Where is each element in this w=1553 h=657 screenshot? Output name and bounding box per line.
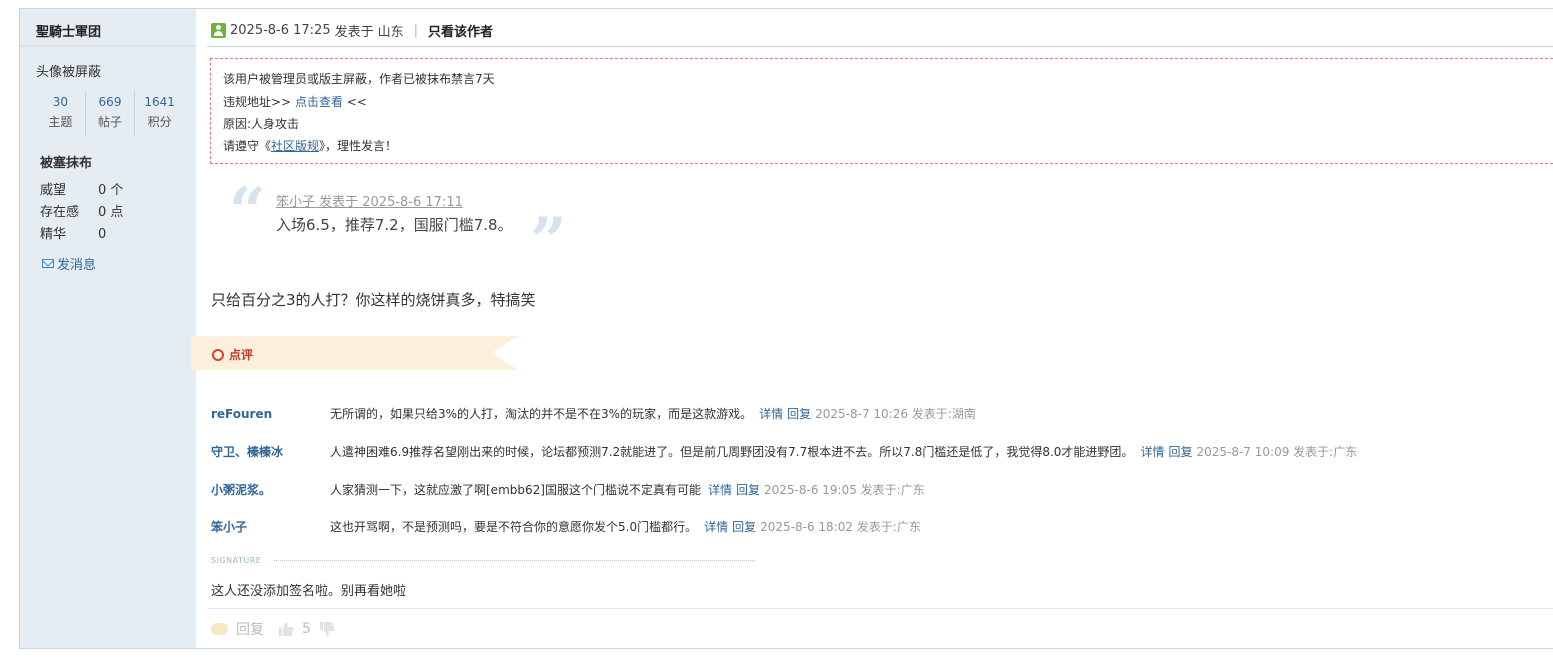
thumbs-up-icon[interactable] (278, 621, 294, 637)
stat-threads-count: 30 (52, 95, 68, 109)
open-quote-icon: “ (229, 174, 266, 249)
comment-item: reFouren 无所谓的，如果只给3%的人打，淘汰的并不是不在3%的玩家，而是… (211, 405, 976, 422)
comment-text: 这也开骂啊，不是预测吗，要是不符合你的意愿你发个5.0门槛都行。 (330, 520, 698, 534)
send-message-link[interactable]: 发消息 (42, 254, 96, 273)
stat-points-count: 1641 (144, 95, 175, 109)
attr-presence: 存在感 0 点 (40, 201, 123, 220)
notice-reason: 原因:人身攻击 (223, 117, 300, 131)
comment-author[interactable]: 笨小子 (211, 518, 330, 535)
notice-line-2: 违规地址>> 点击查看 << (223, 93, 367, 110)
author-name[interactable]: 聖騎士軍团 (36, 21, 101, 40)
attr-digest-value: 0 (98, 227, 107, 242)
stat-points[interactable]: 1641 积分 (134, 91, 184, 137)
signature-text: 这人还没添加签名啦。别再看她啦 (211, 584, 407, 599)
quote-author[interactable]: 笨小子 发表于 2025-8-6 17:11 (276, 191, 463, 210)
comment-author[interactable]: 小粥泥浆。 (211, 481, 330, 498)
notice-line-1: 该用户被管理员或版主屏蔽，作者已被抹布禁言7天 (223, 72, 495, 86)
comment-text: 无所谓的，如果只给3%的人打，淘汰的并不是不在3%的玩家，而是这款游戏。 (330, 407, 753, 421)
comment-time: 2025-8-6 19:05 发表于:广东 (763, 483, 925, 497)
reply-button[interactable]: 回复 (236, 619, 264, 639)
attr-prestige: 威望 0 个 (40, 179, 123, 198)
author-sidebar: 聖騎士軍团 头像被屏蔽 30 主题 669 帖子 1641 积分 被塞抹布 威望… (20, 9, 196, 648)
comment-author[interactable]: reFouren (211, 407, 330, 421)
thumbs-down-icon[interactable] (319, 621, 335, 637)
comment-detail-link[interactable]: 详情 (759, 405, 783, 422)
post-meta: 2025-8-6 17:25 发表于 山东 | 只看该作者 (211, 21, 493, 40)
post-datetime: 2025-8-6 17:25 (230, 23, 331, 38)
comment-item: 小粥泥浆。 人家猜测一下，这就应激了啊[embb62]国服这个门槛说不定真有可能… (211, 481, 925, 498)
comment-reply-link[interactable]: 回复 (732, 518, 756, 535)
meta-separator: | (413, 23, 419, 38)
avatar-hidden-text: 头像被屏蔽 (36, 65, 102, 80)
stat-posts-label: 帖子 (98, 115, 123, 129)
close-quote-icon: ” (530, 204, 567, 279)
quote-text: 入场6.5，推荐7.2，国服门槛7.8。 (276, 216, 513, 234)
author-stats: 30 主题 669 帖子 1641 积分 (36, 91, 184, 137)
online-user-icon (211, 23, 226, 38)
comment-item: 笨小子 这也开骂啊，不是预测吗，要是不符合你的意愿你发个5.0门槛都行。 详情 … (211, 518, 921, 535)
attr-prestige-key: 威望 (40, 183, 67, 198)
comment-reply-link[interactable]: 回复 (787, 405, 811, 422)
post-location: 山东 (377, 25, 404, 40)
comment-author[interactable]: 守卫、榛榛冰 (211, 443, 330, 460)
send-message-label: 发消息 (57, 258, 97, 273)
rules-prefix: 请遵守《 (223, 139, 272, 153)
attr-digest-key: 精华 (40, 227, 67, 242)
signature-divider (274, 560, 755, 561)
attr-prestige-value: 0 个 (98, 183, 124, 198)
sidebar-divider (20, 45, 196, 46)
comment-detail-link[interactable]: 详情 (704, 518, 728, 535)
mail-icon (42, 259, 54, 268)
post-actions: 回复 5 (211, 619, 335, 639)
comment-reply-link[interactable]: 回复 (1168, 443, 1192, 460)
notice-line-4: 请遵守《社区版规》，理性发言！ (223, 137, 397, 154)
only-author-link[interactable]: 只看该作者 (428, 21, 493, 40)
attr-presence-key: 存在感 (40, 205, 80, 220)
stat-points-label: 积分 (147, 115, 172, 129)
reply-icon[interactable] (211, 623, 228, 635)
ban-notice: 该用户被管理员或版主屏蔽，作者已被抹布禁言7天 违规地址>> 点击查看 << 原… (210, 58, 1553, 164)
community-rules-link[interactable]: 社区版规 (271, 139, 319, 153)
like-count: 5 (302, 621, 311, 637)
user-group: 被塞抹布 (40, 156, 93, 171)
stat-posts[interactable]: 669 帖子 (84, 91, 135, 137)
comment-time: 2025-8-7 10:26 发表于:湖南 (815, 407, 976, 421)
rules-suffix: 》，理性发言！ (319, 139, 398, 153)
view-violation-link[interactable]: 点击查看 (295, 95, 343, 109)
circle-icon (212, 348, 224, 361)
posted-at-label: 发表于 (334, 25, 374, 40)
comment-text: 人家猜测一下，这就应激了啊[embb62]国服这个门槛说不定真有可能 (330, 483, 701, 497)
rating-label: 点评 (229, 348, 254, 362)
footer-divider (207, 608, 1553, 609)
comment-time: 2025-8-6 18:02 发表于:广东 (760, 520, 921, 534)
signature-label: SIGNATURE (211, 556, 262, 565)
comment-item: 守卫、榛榛冰 人遣神困难6.9推荐名望刚出来的时候，论坛都预测7.2就能进了。但… (211, 443, 1357, 460)
header-divider (207, 46, 1553, 47)
attr-digest: 精华 0 (40, 223, 106, 242)
stat-threads-label: 主题 (48, 115, 73, 129)
stat-posts-count: 669 (98, 95, 122, 109)
comment-time: 2025-8-7 10:09 发表于:广东 (1196, 445, 1358, 459)
rating-header: 点评 (212, 346, 253, 363)
comment-detail-link[interactable]: 详情 (708, 481, 732, 498)
post-body: 只给百分之3的人打？你这样的烧饼真多，特搞笑 (211, 291, 536, 309)
comment-reply-link[interactable]: 回复 (736, 481, 760, 498)
violation-address-label: 违规地址>> (223, 95, 295, 109)
attr-presence-value: 0 点 (98, 205, 124, 220)
comment-detail-link[interactable]: 详情 (1140, 443, 1164, 460)
violation-suffix: << (342, 95, 367, 109)
stat-threads[interactable]: 30 主题 (36, 91, 85, 137)
comment-text: 人遣神困难6.9推荐名望刚出来的时候，论坛都预测7.2就能进了。但是前几周野团没… (330, 445, 1134, 459)
